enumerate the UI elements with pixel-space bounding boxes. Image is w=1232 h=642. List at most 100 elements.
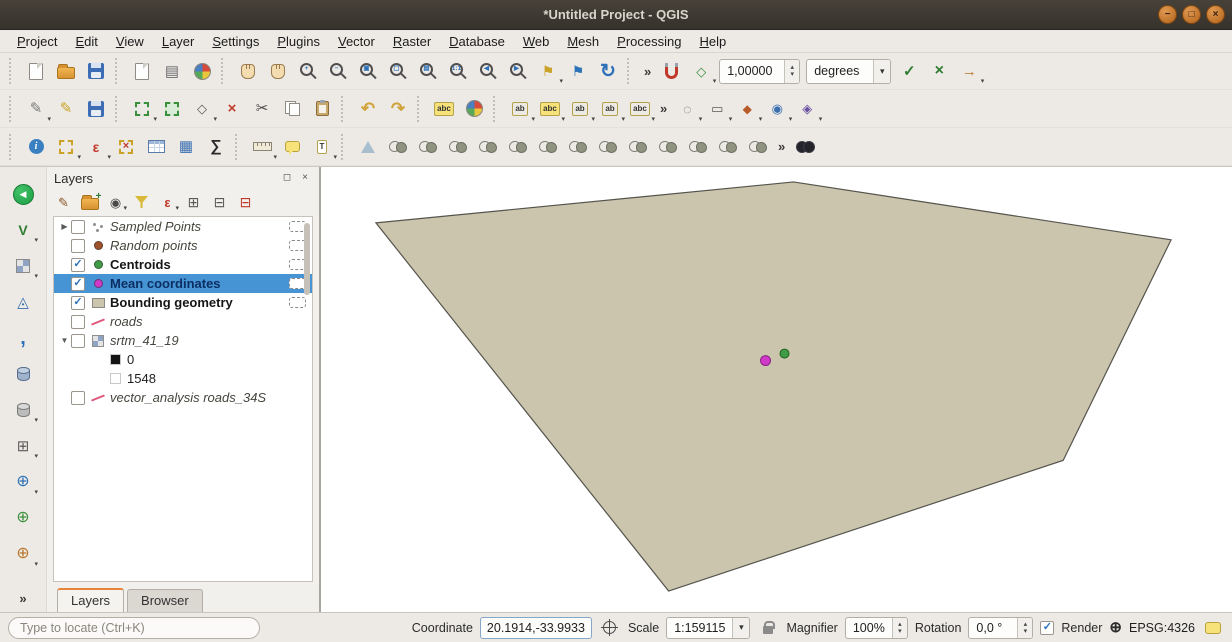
zoom-full-button[interactable]: ▣ [353,56,383,86]
layer-row-bounding-geometry[interactable]: ✓Bounding geometry [54,293,312,312]
add-part-button[interactable] [653,132,683,162]
crs-label[interactable]: EPSG:4326 [1129,621,1195,635]
minimize-button[interactable]: − [1158,5,1177,24]
pan-map-button[interactable] [233,56,263,86]
layer-labeling-button[interactable]: abc [429,94,459,124]
menu-project[interactable]: Project [8,32,66,51]
show-bookmarks-button[interactable]: ⚑ [563,56,593,86]
toolbar-grip[interactable] [9,134,17,160]
delete-selected-button[interactable]: × [217,94,247,124]
cut-features-button[interactable]: ✂ [247,94,277,124]
close-button[interactable]: × [1206,5,1225,24]
layer-row-mean-coordinates[interactable]: ✓Mean coordinates [54,274,312,293]
add-spatialite-layer-button[interactable] [8,359,38,389]
layer-row-1548[interactable]: 1548 [54,369,312,388]
add-vector-layer-button[interactable]: V▾ [8,215,38,245]
merge-features-button[interactable] [443,132,473,162]
copy-features-button[interactable] [277,94,307,124]
toolbar-grip[interactable] [9,58,17,84]
toolbar-overflow-1[interactable]: » [639,64,656,79]
layer-tree-scrollbar[interactable] [304,223,310,295]
layer-visibility-checkbox[interactable]: ✓ [71,334,85,348]
add-feature-button[interactable] [157,94,187,124]
layer-visibility-checkbox[interactable]: ✓ [71,239,85,253]
zoom-to-selection-button[interactable]: ▢ [383,56,413,86]
add-group-button[interactable] [78,191,101,213]
lock-scale-button[interactable] [757,617,779,639]
select-by-expression-button[interactable]: ε▾ [81,132,111,162]
tab-browser[interactable]: Browser [127,589,203,612]
snapping-on-intersection-button[interactable]: × [924,56,954,86]
collapse-all-button[interactable]: ⊟ [208,191,231,213]
add-postgis-layer-button[interactable]: ▾ [8,395,38,425]
zoom-last-button[interactable]: ◀ [473,56,503,86]
topology-checker-button[interactable] [413,132,443,162]
snap-tolerance-spinbox[interactable]: 1,00000▴▾ [719,59,800,84]
toolbar-grip[interactable] [221,58,229,84]
toggle-editing-button[interactable]: ✎ [51,94,81,124]
zoom-out-button[interactable]: − [323,56,353,86]
toolbar-grip[interactable] [115,58,123,84]
float-panel-icon[interactable]: ◻ [280,171,294,185]
identify-features-button[interactable]: i [21,132,51,162]
layer-row-roads[interactable]: ✓roads [54,312,312,331]
split-parts-button[interactable] [503,132,533,162]
layer-row-random-points[interactable]: ✓Random points [54,236,312,255]
toolbar-grip[interactable] [9,96,17,122]
pan-to-selection-button[interactable] [263,56,293,86]
toolbar-grip[interactable] [341,134,349,160]
layer-row-srtm-41-19[interactable]: ▼✓srtm_41_19 [54,331,312,350]
merge-attributes-button[interactable] [533,132,563,162]
form-annotation-button[interactable]: ◉▾ [762,94,792,124]
tab-layers[interactable]: Layers [57,588,124,612]
add-mesh-layer-button[interactable]: ◬ [8,287,38,317]
expander-icon[interactable]: ▶ [58,223,71,231]
open-attribute-table-button[interactable] [141,132,171,162]
menu-help[interactable]: Help [690,32,735,51]
new-spatial-bookmark-button[interactable]: ⚑▾ [533,56,563,86]
save-project-button[interactable] [81,56,111,86]
diagram-tool-button[interactable]: ▭▾ [702,94,732,124]
binoculars-button[interactable] [790,132,820,162]
layer-row-0[interactable]: 0 [54,350,312,369]
layer-visibility-checkbox[interactable]: ✓ [71,315,85,329]
select-features-button[interactable]: ▾ [51,132,81,162]
vertex-tool-button[interactable]: ◇▾ [187,94,217,124]
spin-arrows-icon[interactable]: ▴▾ [784,60,799,83]
add-ring-button[interactable] [623,132,653,162]
add-virtual-layer-button[interactable]: ⊞▾ [8,431,38,461]
extent-toggle-button[interactable] [599,617,621,639]
new-project-button[interactable] [21,56,51,86]
toolbar-overflow-3[interactable]: » [773,139,790,154]
layer-indicator-icon[interactable] [289,297,306,308]
menu-settings[interactable]: Settings [203,32,268,51]
html-annotation-button[interactable]: ◆▾ [732,94,762,124]
svg-annotation-button[interactable]: ◈▾ [792,94,822,124]
layer-row-centroids[interactable]: ✓Centroids [54,255,312,274]
menu-processing[interactable]: Processing [608,32,690,51]
layer-visibility-checkbox[interactable]: ✓ [71,296,85,310]
menu-mesh[interactable]: Mesh [558,32,608,51]
layer-visibility-checkbox[interactable]: ✓ [71,277,85,291]
expander-icon[interactable]: ▼ [58,337,71,345]
rotate-feature-button[interactable] [563,132,593,162]
spin-arrows-icon[interactable]: ▴▾ [892,618,907,638]
check-geometries-button[interactable] [383,132,413,162]
current-edits-button[interactable]: ✎▾ [21,94,51,124]
close-panel-icon[interactable]: × [298,171,312,185]
snap-units-combobox[interactable]: degrees▾ [806,59,891,84]
spin-arrows-icon[interactable]: ▴▾ [1017,618,1032,638]
delete-part-button[interactable] [743,132,773,162]
statistics-panel-button[interactable]: ∑ [201,132,231,162]
add-wcs-layer-button[interactable]: ⊕ [8,503,38,533]
change-label-properties-button[interactable]: abc▾ [625,94,655,124]
menu-raster[interactable]: Raster [384,32,440,51]
snapping-toggle-button[interactable] [656,56,686,86]
coordinate-input[interactable]: 20.1914,-33.9933 [480,617,592,639]
filter-legend-button[interactable] [130,191,153,213]
new-print-layout-button[interactable] [127,56,157,86]
expand-all-button[interactable]: ⊞ [182,191,205,213]
refresh-map-button[interactable]: ↻ [593,56,623,86]
menu-database[interactable]: Database [440,32,514,51]
titlebar[interactable]: *Untitled Project - QGIS −□× [0,0,1232,30]
